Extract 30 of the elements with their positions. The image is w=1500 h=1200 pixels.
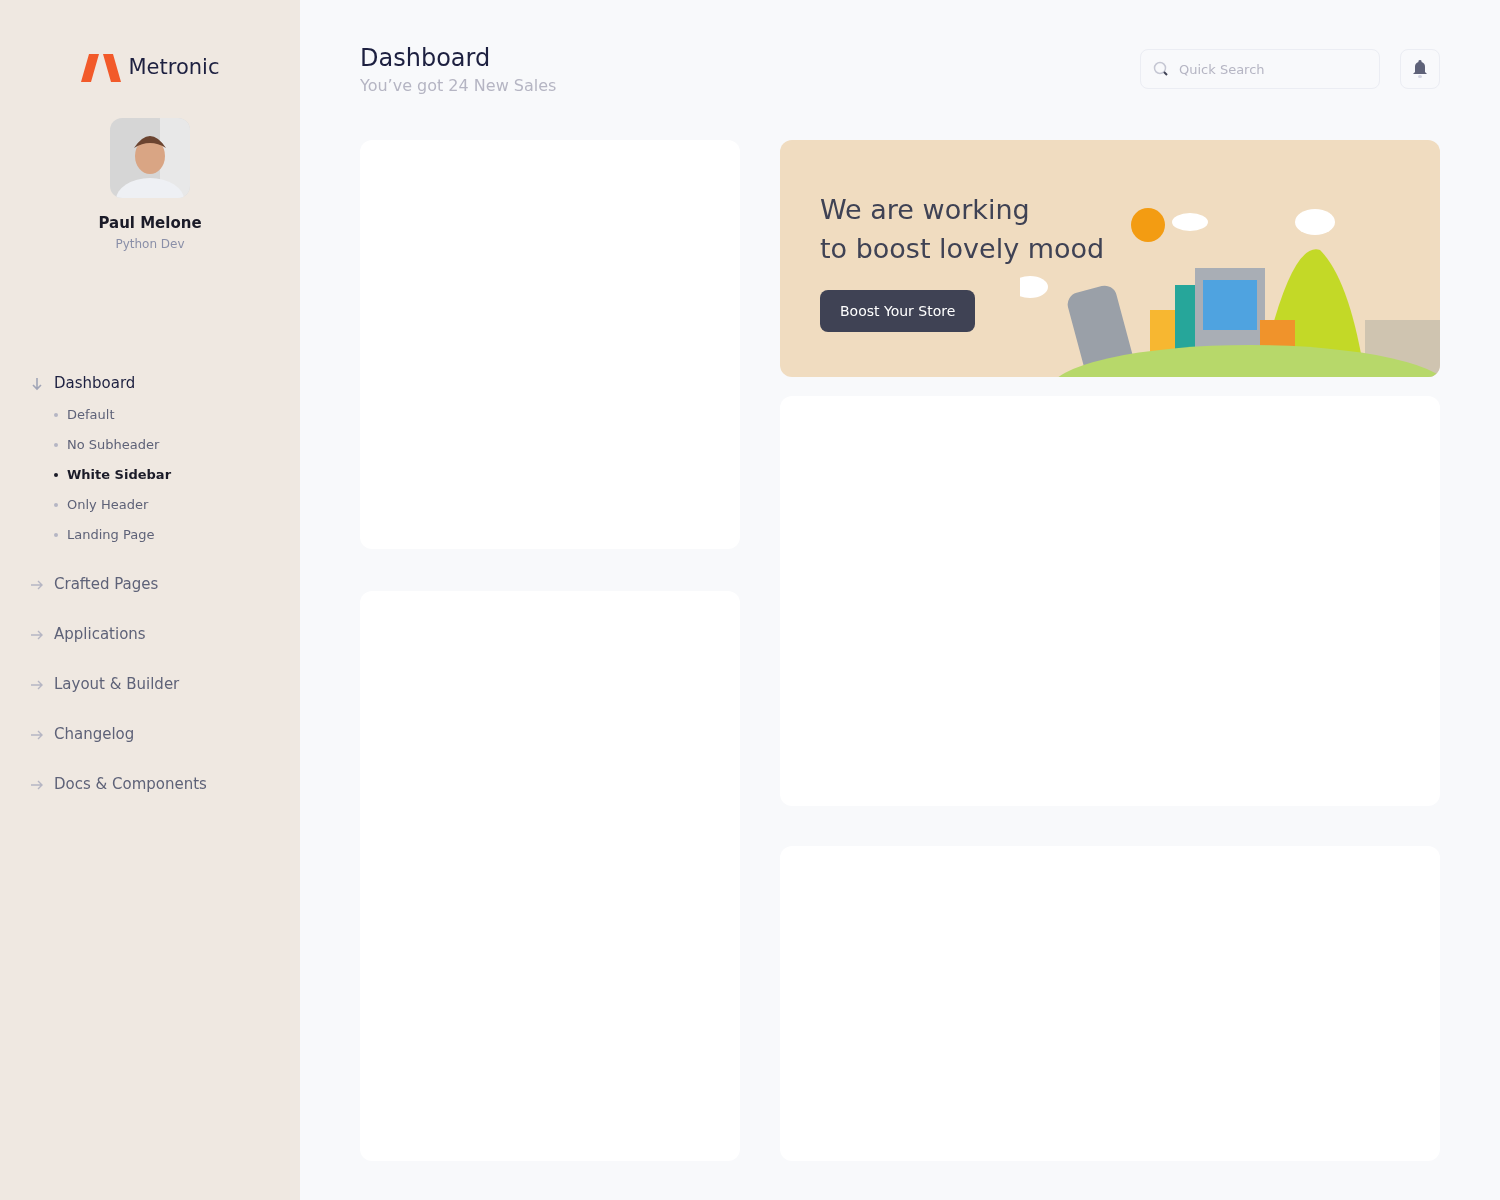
brand-name: Metronic	[128, 54, 220, 82]
nav-item[interactable]: Applications	[30, 619, 300, 650]
bullet-icon	[54, 472, 58, 477]
bell-icon	[1413, 60, 1427, 78]
banner-heading: to boost lovely mood	[820, 232, 1105, 266]
profile-name: Paul Melone	[98, 213, 202, 234]
banner-heading: We are working	[820, 193, 1031, 227]
bullet-icon	[54, 502, 58, 507]
arrow-down-icon	[30, 376, 44, 391]
nav-item[interactable]: Changelog	[30, 719, 300, 750]
nav-item[interactable]: Dashboard	[30, 368, 300, 399]
bullet-icon	[54, 442, 58, 447]
profile-role: Python Dev	[115, 235, 185, 253]
search-icon	[1153, 61, 1169, 77]
search-field[interactable]: Quick Search	[1140, 49, 1380, 89]
bullet-icon	[54, 412, 58, 417]
nav-item[interactable]: Docs & Components	[30, 769, 300, 800]
nav-item[interactable]: Layout & Builder	[30, 669, 300, 700]
nav-subitem[interactable]: Landing Page	[54, 519, 300, 550]
nav-item[interactable]: Crafted Pages	[30, 569, 300, 600]
page-title: Dashboard	[360, 43, 492, 74]
logo-icon	[80, 52, 121, 84]
nav-subitem[interactable]: Default	[54, 399, 300, 430]
nav-subitem[interactable]: White Sidebar	[54, 459, 300, 490]
boost-button[interactable]: Boost Your Store	[820, 290, 976, 332]
notification-button[interactable]	[1400, 49, 1440, 89]
nav-subitem[interactable]: Only Header	[54, 489, 300, 520]
nav-subitem[interactable]: No Subheader	[54, 429, 300, 460]
page-subtitle: You’ve got 24 New Sales	[360, 75, 557, 97]
bullet-icon	[54, 532, 58, 537]
